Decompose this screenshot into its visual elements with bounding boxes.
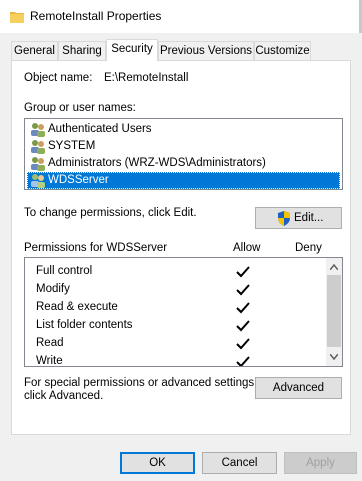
advanced-hint-line1: For special permissions or advanced sett… — [24, 377, 258, 389]
deny-column-label: Deny — [295, 242, 322, 254]
tab-sharing[interactable]: Sharing — [58, 41, 106, 60]
edit-button-label: Edit... — [294, 212, 324, 224]
tab-security[interactable]: Security — [106, 39, 158, 61]
permissions-list[interactable]: Full control Modify Read & execute List … — [24, 257, 343, 367]
users-icon — [31, 157, 45, 171]
list-item-label: Administrators (WRZ-WDS\Administrators) — [48, 157, 266, 169]
folder-icon — [10, 12, 24, 23]
edit-button[interactable]: Edit... — [255, 207, 342, 229]
scroll-thumb[interactable] — [327, 275, 341, 347]
permissions-scrollbar[interactable] — [326, 258, 342, 366]
allow-check-icon — [236, 356, 250, 366]
permissions-header: Permissions for WDSServer — [24, 242, 168, 254]
allow-check-icon — [236, 284, 250, 296]
object-name-value: E:\RemoteInstall — [104, 72, 189, 84]
list-item-selected[interactable]: WDSServer — [27, 172, 340, 189]
users-icon — [31, 174, 45, 188]
allow-check-icon — [236, 338, 250, 350]
tab-general[interactable]: General — [11, 41, 58, 60]
allow-column-label: Allow — [233, 242, 261, 254]
scroll-down-icon[interactable] — [330, 354, 338, 360]
list-item-label: WDSServer — [48, 174, 109, 186]
shield-icon — [278, 211, 290, 226]
users-icon — [31, 140, 45, 154]
permission-row-label: Read & execute — [36, 301, 118, 313]
window-title: RemoteInstall Properties — [30, 9, 162, 23]
users-icon — [31, 123, 45, 137]
advanced-hint-line2: click Advanced. — [24, 390, 104, 402]
group-user-list[interactable]: Authenticated Users SYSTEM Administrator… — [24, 118, 343, 190]
cancel-button[interactable]: Cancel — [202, 452, 277, 474]
change-permissions-text: To change permissions, click Edit. — [24, 207, 197, 219]
ok-button[interactable]: OK — [120, 452, 195, 474]
permission-row-label: Write — [36, 355, 63, 367]
list-item[interactable]: SYSTEM — [27, 138, 340, 155]
tab-previous-versions[interactable]: Previous Versions — [158, 41, 254, 60]
group-names-label: Group or user names: — [24, 102, 136, 114]
permission-row-label: Read — [36, 337, 64, 349]
list-item[interactable]: Authenticated Users — [27, 121, 340, 138]
tab-customize[interactable]: Customize — [254, 41, 311, 60]
scroll-up-icon[interactable] — [330, 264, 338, 270]
permission-row-label: List folder contents — [36, 319, 133, 331]
apply-button[interactable]: Apply — [284, 452, 357, 474]
advanced-button[interactable]: Advanced — [255, 377, 342, 399]
list-item-label: SYSTEM — [48, 140, 96, 152]
permission-row-label: Modify — [36, 283, 70, 295]
allow-check-icon — [236, 320, 250, 332]
allow-check-icon — [236, 302, 250, 314]
list-item[interactable]: Administrators (WRZ-WDS\Administrators) — [27, 155, 340, 172]
allow-check-icon — [236, 266, 250, 278]
permission-row-label: Full control — [36, 265, 93, 277]
list-item-label: Authenticated Users — [48, 123, 152, 135]
object-name-label: Object name: — [24, 72, 93, 84]
